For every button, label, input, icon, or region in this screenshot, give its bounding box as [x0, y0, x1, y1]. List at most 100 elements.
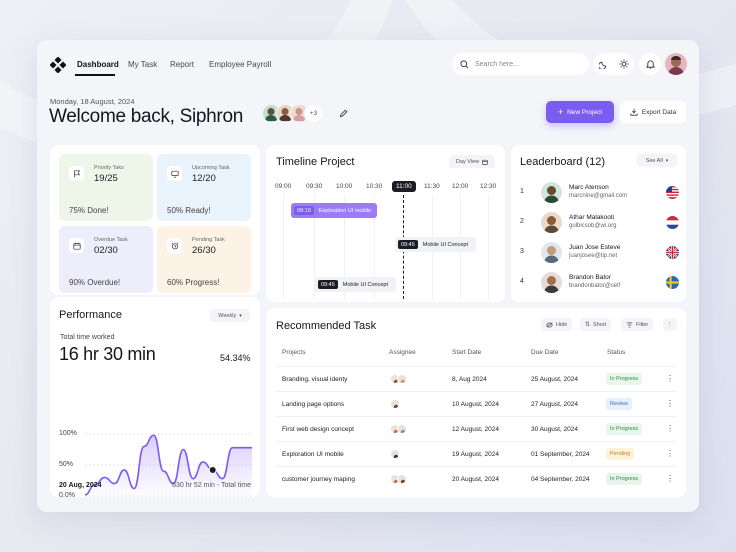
- project-name: First web design concept: [282, 426, 354, 433]
- edit-button[interactable]: [334, 104, 353, 123]
- performance-total-footer: 630 hr 52 min - Total time: [172, 482, 251, 489]
- rank: 2: [520, 218, 524, 225]
- time-label: 10:00: [336, 183, 353, 190]
- column-header: Start Date: [452, 349, 482, 356]
- start-date: 20 August, 2024: [452, 476, 499, 483]
- stat-label: Priority Taks: [94, 165, 124, 171]
- flag-icon: [69, 166, 84, 181]
- eye-off-icon: [546, 322, 553, 327]
- see-all-label: See All: [645, 157, 663, 164]
- more-members-count[interactable]: +3: [304, 104, 323, 123]
- search-input[interactable]: [475, 60, 575, 68]
- table-row[interactable]: customer journey maping 20 August, 2024 04…: [276, 466, 676, 491]
- new-project-button[interactable]: + New Project: [546, 101, 614, 123]
- more-options-button[interactable]: ⋮: [663, 318, 677, 331]
- timeline-task[interactable]: 09:45 Mobile UI Concept: [395, 237, 476, 252]
- row-more-icon[interactable]: ⋮: [666, 374, 674, 383]
- row-more-icon[interactable]: ⋮: [666, 449, 674, 458]
- project-name: Branding, visual identy: [282, 376, 348, 383]
- filter-button[interactable]: Filter: [621, 318, 654, 331]
- assignee-avatars[interactable]: [390, 374, 407, 384]
- theme-toggle[interactable]: [593, 53, 634, 75]
- filter-label: Filter: [636, 321, 649, 328]
- export-icon: [630, 108, 638, 116]
- timeline-task[interactable]: 09:10 Exploration UI mobile: [291, 203, 377, 218]
- chevron-down-icon: ▾: [665, 157, 669, 164]
- sort-button[interactable]: ⇅ Short: [580, 318, 612, 331]
- leaderboard-row[interactable]: 2 Athar Malakooti gulbicsob@wi.org: [511, 210, 686, 234]
- time-label: 10:30: [366, 183, 383, 190]
- due-date: 04 September, 2024: [531, 476, 590, 483]
- table-row[interactable]: Exploration UI mobile 19 August, 2024 01 S…: [276, 441, 676, 466]
- leaderboard-row[interactable]: 4 Brandon Bator brandonbator@self: [511, 270, 686, 294]
- row-more-icon[interactable]: ⋮: [666, 399, 674, 408]
- timeline-task[interactable]: 09:45 Mobile UI Concept: [315, 277, 396, 292]
- task-label: Exploration UI mobile: [318, 207, 372, 214]
- stat-value: 12/20: [192, 173, 216, 184]
- table-row[interactable]: First web design concept 12 August, 2024 3…: [276, 416, 676, 441]
- new-project-label: New Project: [567, 108, 603, 116]
- row-more-icon[interactable]: ⋮: [666, 474, 674, 483]
- nav-dashboard[interactable]: Dashboard: [77, 60, 119, 69]
- project-name: Landing page options: [282, 401, 345, 408]
- day-view-dropdown[interactable]: Day View: [449, 155, 495, 168]
- avatar: [541, 242, 562, 263]
- sun-icon[interactable]: [618, 59, 629, 69]
- table-row[interactable]: Landing page options 10 August, 2024 27 Au…: [276, 391, 676, 416]
- day-view-label: Day View: [455, 158, 480, 165]
- stat-tile-pending[interactable]: Pending Task 26/30 60% Progress!: [157, 226, 251, 293]
- more-vertical-icon: ⋮: [667, 321, 673, 328]
- stat-tile-upcoming[interactable]: Upcoming Task 12/20 50% Ready!: [157, 154, 251, 221]
- stat-value: 02/30: [94, 245, 118, 256]
- column-header: Projects: [282, 349, 306, 356]
- member-email: juanjosee@tip.net: [569, 253, 618, 259]
- stat-sub: 90% Overdue!: [69, 278, 121, 287]
- column-header: Due Date: [531, 349, 559, 356]
- assignee-avatars[interactable]: [390, 474, 407, 484]
- nav-report[interactable]: Report: [170, 60, 194, 69]
- grid-line: [488, 195, 489, 299]
- user-avatar[interactable]: [665, 53, 687, 75]
- logo-icon[interactable]: [50, 57, 66, 73]
- grid-line: [283, 195, 284, 299]
- moon-icon[interactable]: [598, 60, 608, 69]
- start-date: 8, Aug 2024: [452, 376, 487, 383]
- due-date: 01 September, 2024: [531, 451, 590, 458]
- notification-button[interactable]: [639, 53, 661, 75]
- stat-tile-overdue[interactable]: Overdue Task 02/30 90% Overdue!: [59, 226, 153, 293]
- team-avatars[interactable]: +3: [262, 104, 323, 123]
- leaderboard-row[interactable]: 3 Juan Jose Esteve juanjosee@tip.net: [511, 240, 686, 264]
- time-label: 11:30: [424, 183, 440, 190]
- search-box: [452, 53, 589, 75]
- stat-label: Pending Task: [192, 237, 225, 243]
- calendar-icon: [69, 238, 84, 253]
- hide-button[interactable]: Hide: [541, 318, 573, 331]
- status-badge: In Progress: [606, 473, 643, 485]
- time-label: 12:00: [452, 183, 469, 190]
- nav-my-task[interactable]: My Task: [128, 60, 157, 69]
- avatar: [390, 399, 400, 409]
- assignee-avatars[interactable]: [390, 449, 400, 459]
- rank: 4: [520, 278, 524, 285]
- member-email: brandonbator@self: [569, 283, 621, 289]
- row-more-icon[interactable]: ⋮: [666, 424, 674, 433]
- leaderboard-row[interactable]: 1 Marc Atenson marcnine@gmail.com: [511, 180, 686, 204]
- member-name: Brandon Bator: [569, 274, 611, 281]
- nav-employee-payroll[interactable]: Employee Payroll: [209, 60, 271, 69]
- table-row[interactable]: Branding, visual identy 8, Aug 2024 25 Aug…: [276, 366, 676, 391]
- data-point-marker[interactable]: [208, 465, 217, 474]
- assignee-avatars[interactable]: [390, 399, 400, 409]
- member-name: Marc Atenson: [569, 184, 609, 191]
- filter-icon: [626, 322, 633, 327]
- se-flag-icon: [666, 276, 679, 289]
- due-date: 25 August, 2024: [531, 376, 578, 383]
- assignee-avatars[interactable]: [390, 424, 407, 434]
- column-header: Status: [607, 349, 626, 356]
- stat-value: 26/30: [192, 245, 216, 256]
- stat-tile-priority[interactable]: Priority Taks 19/25 75% Done!: [59, 154, 153, 221]
- avatar: [541, 272, 562, 293]
- column-header: Assignee: [389, 349, 416, 356]
- performance-date: 20 Aug, 2024: [59, 482, 102, 489]
- export-data-button[interactable]: Export Data: [620, 101, 686, 123]
- see-all-button[interactable]: See All ▾: [637, 154, 677, 167]
